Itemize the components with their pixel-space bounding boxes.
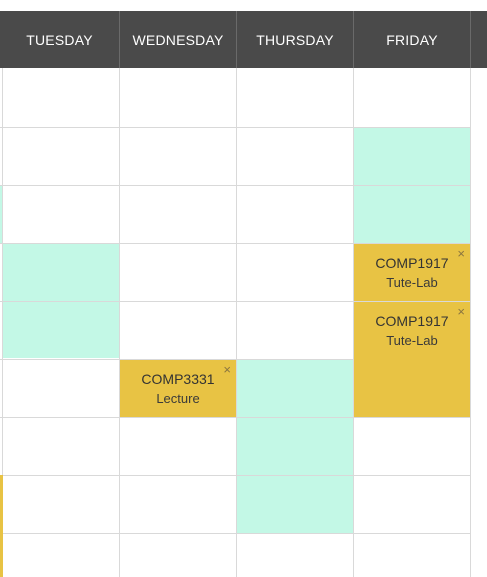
day-header-label: TUESDAY: [26, 31, 93, 48]
day-header-label: FRIDAY: [386, 31, 438, 48]
class-block-partial[interactable]: [0, 475, 3, 577]
class-type: Lecture: [156, 391, 200, 406]
class-code: COMP1917: [375, 313, 449, 329]
class-code: COMP3331: [141, 371, 215, 387]
class-code: COMP1917: [375, 255, 449, 271]
day-header-wednesday: WEDNESDAY: [120, 11, 237, 68]
class-block-comp3331[interactable]: COMP3331 Lecture ×: [120, 360, 236, 417]
day-header-tuesday: TUESDAY: [0, 11, 120, 68]
day-header-label: THURSDAY: [256, 31, 334, 48]
day-header-friday: FRIDAY: [354, 11, 471, 68]
class-type: Tute-Lab: [386, 333, 438, 348]
class-block-comp1917-1[interactable]: COMP1917 Tute-Lab ×: [354, 244, 470, 301]
grid-line: [470, 68, 471, 577]
day-header-partial: [471, 11, 487, 68]
grid-line: [236, 68, 237, 577]
timetable-grid: TUESDAY WEDNESDAY THURSDAY FRIDAY COMP19…: [0, 0, 487, 577]
close-icon[interactable]: ×: [457, 305, 465, 318]
close-icon[interactable]: ×: [223, 363, 231, 376]
available-slot[interactable]: [237, 360, 353, 533]
class-block-comp1917-2[interactable]: COMP1917 Tute-Lab ×: [354, 302, 470, 417]
class-type: Tute-Lab: [386, 275, 438, 290]
day-header-label: WEDNESDAY: [132, 31, 224, 48]
grid-line: [119, 68, 120, 577]
close-icon[interactable]: ×: [457, 247, 465, 260]
day-header-thursday: THURSDAY: [237, 11, 354, 68]
